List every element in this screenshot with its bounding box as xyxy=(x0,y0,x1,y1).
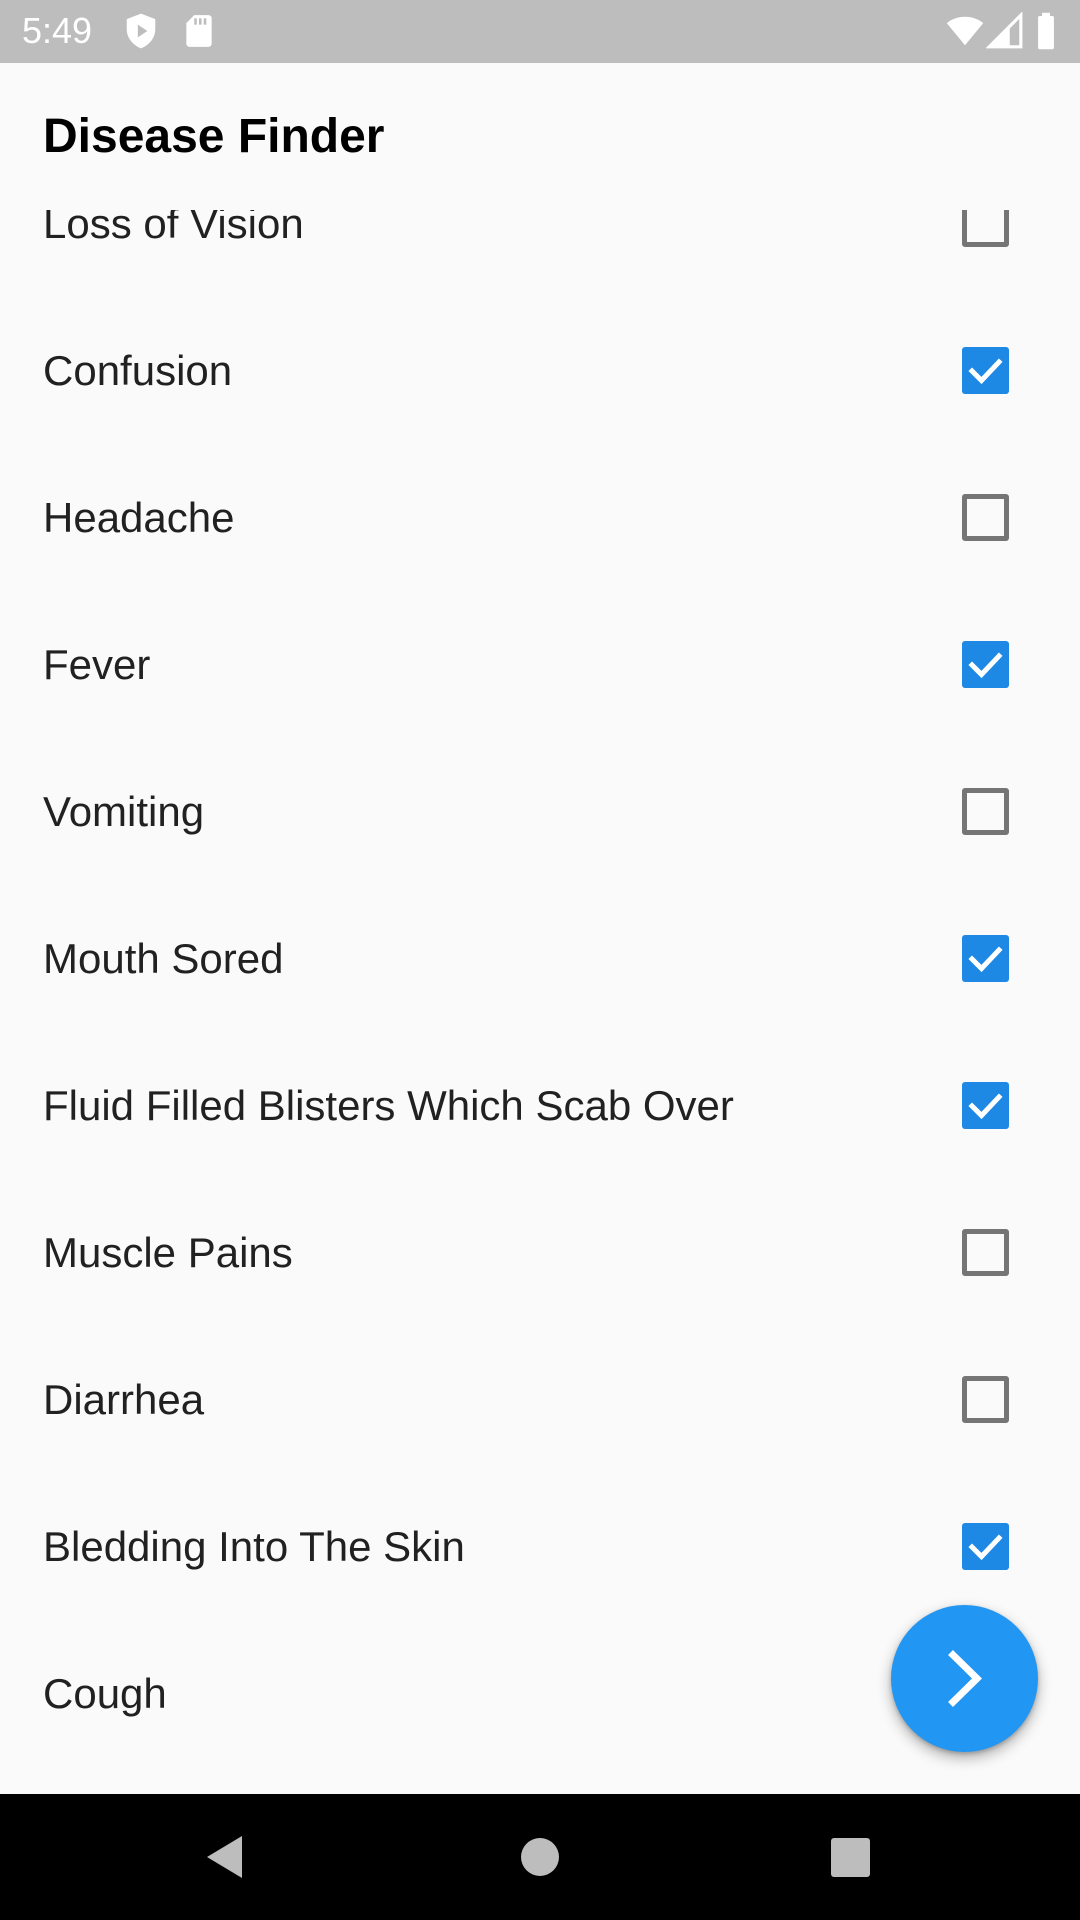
symptom-label: Muscle Pains xyxy=(43,1228,293,1276)
symptom-row[interactable]: Fever xyxy=(0,591,1080,738)
symptom-checkbox[interactable] xyxy=(962,1228,1009,1276)
symptom-checkbox[interactable] xyxy=(962,934,1009,982)
home-icon xyxy=(521,1838,559,1876)
check-icon xyxy=(968,357,1003,384)
app-bar: Disease Finder xyxy=(0,63,1080,210)
wifi-icon xyxy=(944,12,986,50)
home-button[interactable] xyxy=(450,1794,630,1920)
symptom-label: Diarrhea xyxy=(43,1375,205,1423)
back-button[interactable] xyxy=(135,1794,315,1920)
navigation-bar xyxy=(0,1794,1080,1920)
status-bar: 5:49 xyxy=(0,0,1080,63)
symptom-checkbox[interactable] xyxy=(962,1522,1009,1570)
symptom-row[interactable]: Loss of Vision xyxy=(0,210,1080,297)
symptom-row[interactable]: Mouth Sored xyxy=(0,885,1080,1032)
signal-icon xyxy=(985,11,1024,50)
symptom-list[interactable]: Loss of Vision Confusion Headache Fever Vomi… xyxy=(0,210,1080,1794)
check-icon xyxy=(968,1092,1003,1119)
screen: 5:49 Disease Finder Loss of Vision Confu… xyxy=(0,0,1080,1920)
symptom-checkbox[interactable] xyxy=(962,346,1009,394)
check-icon xyxy=(968,651,1003,678)
sd-card-icon xyxy=(180,12,218,50)
chevron-right-icon xyxy=(948,1650,983,1707)
symptom-checkbox[interactable] xyxy=(962,1375,1009,1423)
symptom-label: Loss of Vision xyxy=(43,210,304,247)
back-icon xyxy=(207,1836,242,1878)
recents-icon xyxy=(831,1838,870,1877)
symptom-label: Fever xyxy=(43,640,151,688)
symptom-checkbox[interactable] xyxy=(962,640,1009,688)
symptom-row[interactable]: Muscle Pains xyxy=(0,1179,1080,1326)
symptom-row[interactable]: Bledding Into The Skin xyxy=(0,1473,1080,1620)
page-title: Disease Finder xyxy=(43,110,385,163)
symptom-checkbox[interactable] xyxy=(962,787,1009,835)
battery-icon xyxy=(1034,12,1058,50)
symptom-row[interactable]: Headache xyxy=(0,444,1080,591)
check-icon xyxy=(968,1533,1003,1560)
symptom-label: Headache xyxy=(43,493,235,541)
symptom-label: Vomiting xyxy=(43,787,205,835)
symptom-label: Cough xyxy=(43,1669,167,1717)
symptom-label: Confusion xyxy=(43,346,233,394)
check-icon xyxy=(968,945,1003,972)
symptom-row[interactable]: Fluid Filled Blisters Which Scab Over xyxy=(0,1032,1080,1179)
symptom-checkbox[interactable] xyxy=(962,1081,1009,1129)
status-time: 5:49 xyxy=(22,10,93,51)
symptom-checkbox[interactable] xyxy=(962,493,1009,541)
symptom-checkbox[interactable] xyxy=(962,210,1009,247)
symptom-label: Fluid Filled Blisters Which Scab Over xyxy=(43,1081,734,1129)
symptom-row[interactable]: Vomiting xyxy=(0,738,1080,885)
symptom-list-content: Loss of Vision Confusion Headache Fever Vomi… xyxy=(0,210,1080,1767)
play-protect-icon xyxy=(122,12,160,50)
next-button[interactable] xyxy=(891,1605,1038,1752)
symptom-label: Mouth Sored xyxy=(43,934,284,982)
symptom-label: Bledding Into The Skin xyxy=(43,1522,465,1570)
recents-button[interactable] xyxy=(760,1794,940,1920)
symptom-row[interactable]: Confusion xyxy=(0,297,1080,444)
symptom-row[interactable]: Diarrhea xyxy=(0,1326,1080,1473)
